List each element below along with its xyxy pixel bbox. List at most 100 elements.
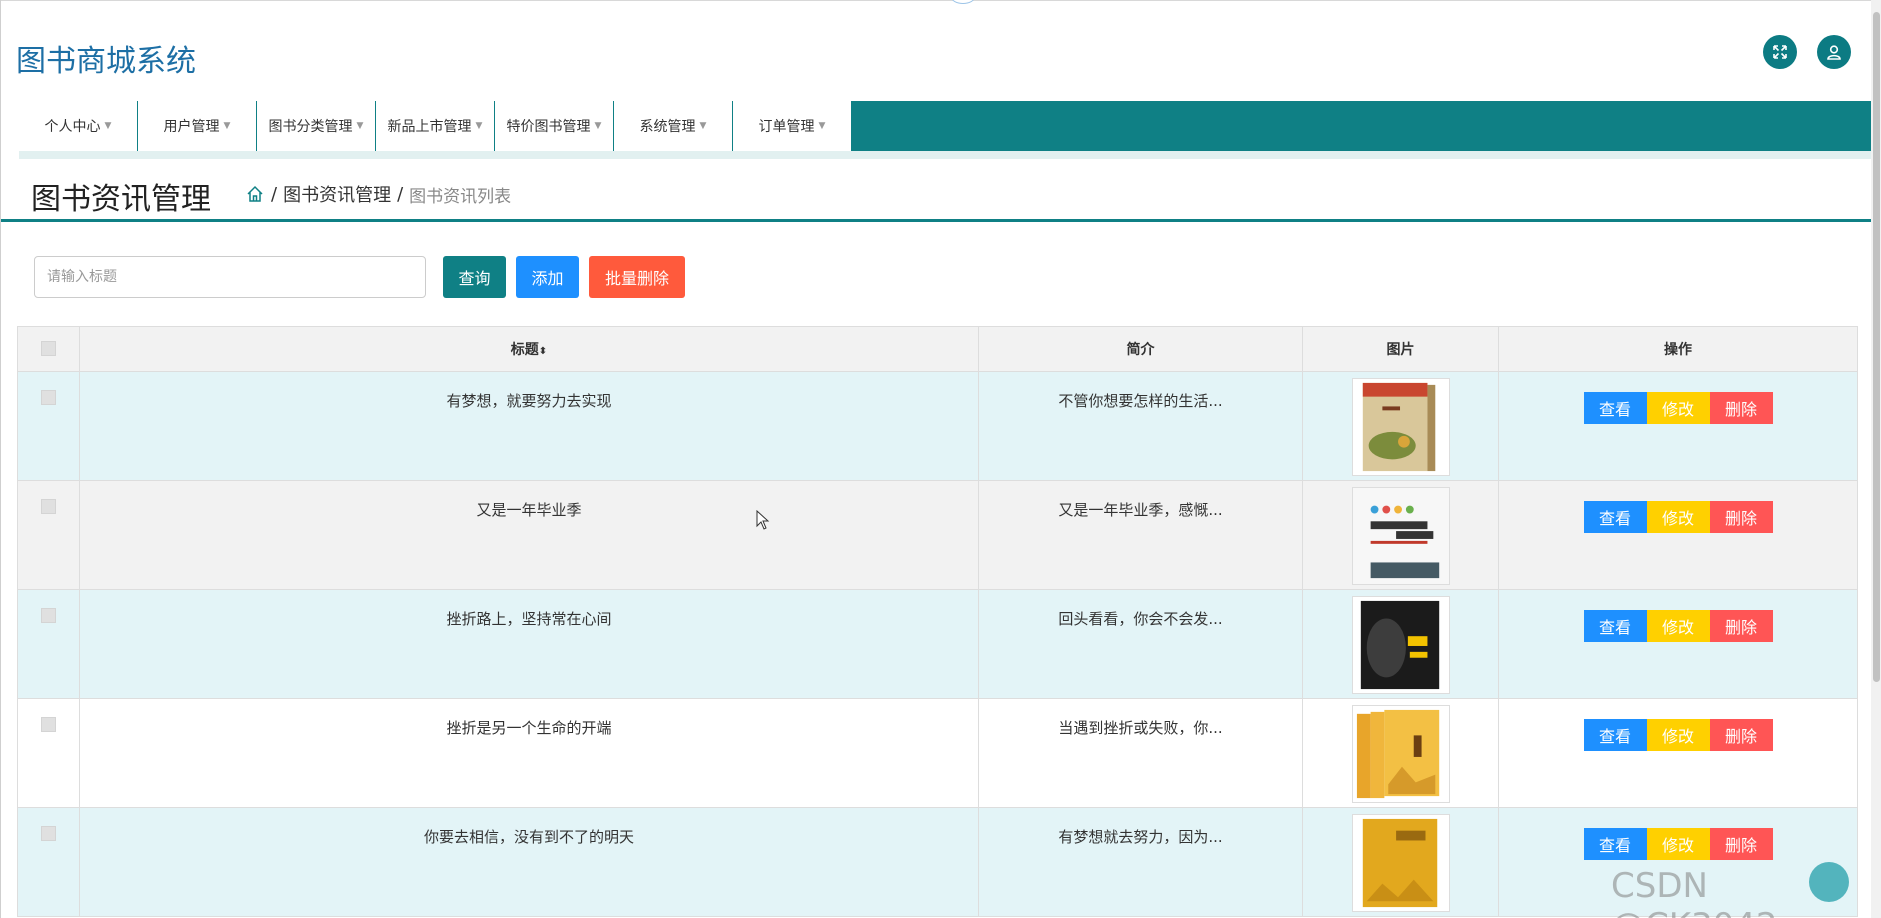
nav-label: 系统管理 [639,119,696,135]
row-image-cell [1302,589,1499,699]
row-actions: 查看 修改 删除 [1498,589,1858,699]
row-title: 你要去相信，没有到不了的明天 [79,807,979,917]
delete-button[interactable]: 删除 [1709,501,1773,533]
watermark: CSDN @CK3042 [1611,866,1778,918]
row-image-cell [1302,807,1499,917]
row-image-cell [1302,698,1499,808]
column-header-actions: 操作 [1498,326,1858,372]
select-all-header [17,326,80,372]
nav-item-personal-center[interactable]: 个人中心 ▼ [19,101,138,151]
column-label: 标题 [510,342,539,358]
title-search-input[interactable] [34,256,426,298]
view-button[interactable]: 查看 [1583,392,1647,424]
app-window: 图书商城系统 个人中心 ▼ 用户管理 ▼ 图书分类管理 ▼ 新品上市管理 ▼ 特价图书管… [0,0,1881,918]
chevron-down-icon: ▼ [223,121,231,131]
breadcrumb-current: 图书资讯列表 [409,186,512,207]
view-button[interactable]: 查看 [1583,610,1647,642]
nav-item-book-category[interactable]: 图书分类管理 ▼ [257,101,376,151]
nav-item-user-management[interactable]: 用户管理 ▼ [138,101,257,151]
nav-label: 用户管理 [163,119,220,135]
row-actions: 查看 修改 删除 [1498,480,1858,590]
view-button[interactable]: 查看 [1583,719,1647,751]
book-cover-image[interactable] [1351,487,1450,585]
row-select-cell [17,807,80,917]
main-nav: 个人中心 ▼ 用户管理 ▼ 图书分类管理 ▼ 新品上市管理 ▼ 特价图书管理 ▼ 系统管理… [19,101,1871,151]
table-row: 挫折路上，坚持常在心间 回头看看，你会不会发... 查看 修改 删除 [17,589,1858,699]
edit-button[interactable]: 修改 [1646,719,1710,751]
nav-item-order-management[interactable]: 订单管理 ▼ [733,101,852,151]
breadcrumb-separator: / [271,183,278,205]
chevron-down-icon: ▼ [818,121,826,131]
row-select-cell [17,480,80,590]
row-summary: 回头看看，你会不会发... [978,589,1303,699]
page-title-bar: 图书资讯管理 / 图书资讯管理 / 图书资讯列表 [1,160,1871,222]
row-checkbox[interactable] [41,717,56,732]
row-title: 挫折路上，坚持常在心间 [79,589,979,699]
mouse-cursor-icon [756,510,770,530]
news-table: 标题⬍ 简介 图片 操作 有梦想，就要努力去实现 不管你想要怎样的生活... 查… [17,326,1858,917]
row-checkbox[interactable] [41,390,56,405]
column-header-image: 图片 [1302,326,1499,372]
batch-delete-button[interactable]: 批量删除 [589,256,685,298]
table-row: 有梦想，就要努力去实现 不管你想要怎样的生活... 查看 修改 删除 [17,371,1858,481]
row-image-cell [1302,480,1499,590]
row-summary: 当遇到挫折或失败，你... [978,698,1303,808]
add-button[interactable]: 添加 [516,256,579,298]
delete-button[interactable]: 删除 [1709,828,1773,860]
table-row: 又是一年毕业季 又是一年毕业季，感慨... 查看 修改 删除 [17,480,1858,590]
nav-underbar [19,151,1871,159]
column-header-summary: 简介 [978,326,1303,372]
row-title: 有梦想，就要努力去实现 [79,371,979,481]
edit-button[interactable]: 修改 [1646,828,1710,860]
delete-button[interactable]: 删除 [1709,719,1773,751]
sort-icon[interactable]: ⬍ [539,346,547,357]
scrollbar-thumb[interactable] [1873,12,1880,682]
nav-item-new-arrivals[interactable]: 新品上市管理 ▼ [376,101,495,151]
view-button[interactable]: 查看 [1583,828,1647,860]
breadcrumb-separator: / [397,183,404,205]
delete-button[interactable]: 删除 [1709,610,1773,642]
chevron-down-icon: ▼ [475,121,483,131]
edit-button[interactable]: 修改 [1646,501,1710,533]
select-all-checkbox[interactable] [41,340,56,356]
edit-button[interactable]: 修改 [1646,392,1710,424]
nav-item-system-management[interactable]: 系统管理 ▼ [614,101,733,151]
row-image-cell [1302,371,1499,481]
row-checkbox[interactable] [41,499,56,514]
row-actions: 查看 修改 删除 [1498,371,1858,481]
book-cover-image[interactable] [1351,596,1450,694]
row-select-cell [17,698,80,808]
table-header-row: 标题⬍ 简介 图片 操作 [17,326,1858,372]
page-title: 图书资讯管理 [31,182,211,217]
row-summary: 又是一年毕业季，感慨... [978,480,1303,590]
row-select-cell [17,371,80,481]
fullscreen-button[interactable] [1763,35,1797,69]
query-button[interactable]: 查询 [443,256,506,298]
nav-label: 新品上市管理 [387,119,472,135]
chevron-down-icon: ▼ [104,121,112,131]
row-summary: 有梦想就去努力，因为... [978,807,1303,917]
fullscreen-icon [1773,45,1787,59]
table-row: 你要去相信，没有到不了的明天 有梦想就去努力，因为... 查看 修改 删除 [17,807,1858,917]
breadcrumb-level1[interactable]: 图书资讯管理 [283,181,391,207]
user-button[interactable] [1817,35,1851,69]
row-checkbox[interactable] [41,826,56,841]
view-button[interactable]: 查看 [1583,501,1647,533]
book-cover-image[interactable] [1351,814,1450,912]
home-icon[interactable] [245,184,265,204]
chevron-down-icon: ▼ [699,121,707,131]
edit-button[interactable]: 修改 [1646,610,1710,642]
nav-label: 个人中心 [44,119,101,135]
book-cover-image[interactable] [1351,705,1450,803]
row-select-cell [17,589,80,699]
column-header-title[interactable]: 标题⬍ [79,326,979,372]
row-checkbox[interactable] [41,608,56,623]
breadcrumb: / 图书资讯管理 / 图书资讯列表 [245,181,511,207]
user-icon [1827,45,1841,60]
book-cover-image[interactable] [1351,378,1450,476]
row-title: 又是一年毕业季 [79,480,979,590]
nav-item-special-price[interactable]: 特价图书管理 ▼ [495,101,614,151]
delete-button[interactable]: 删除 [1709,392,1773,424]
chevron-down-icon: ▼ [356,121,364,131]
nav-label: 特价图书管理 [506,119,591,135]
